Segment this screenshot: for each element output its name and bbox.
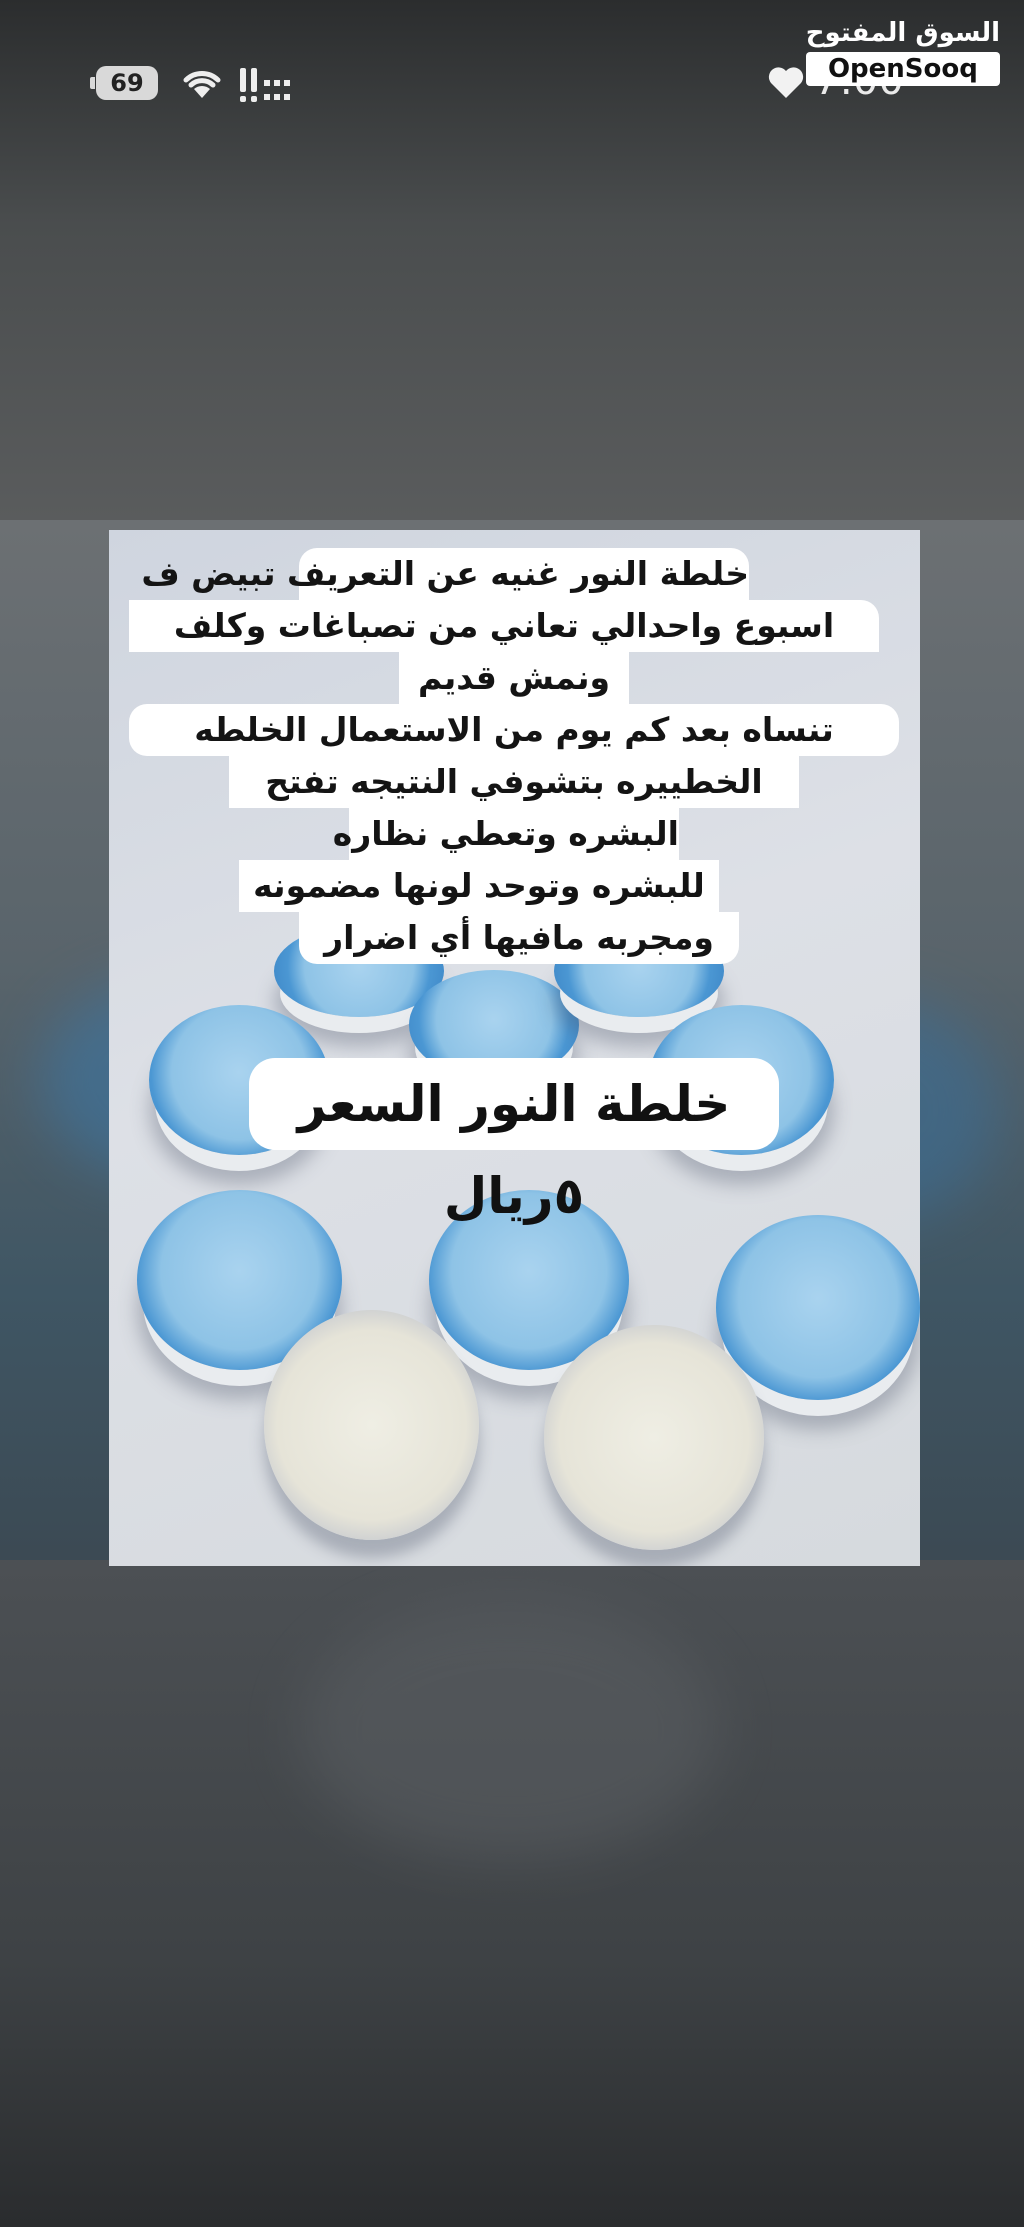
description-line: تنساه بعد كم يوم من الاستعمال الخلطه: [129, 704, 899, 756]
opensooq-watermark: السوق المفتوح OpenSooq: [805, 18, 1000, 86]
wifi-icon: [183, 71, 221, 98]
signal-icon: [240, 68, 290, 102]
status-bar: 69 7:00 السوق المفتوح OpenSooq: [0, 0, 1024, 170]
battery-icon: 69: [90, 66, 158, 100]
description-box: خلطة النور غنيه عن التعريف تبيض ف اسبوع …: [129, 548, 899, 1018]
heart-icon: [768, 67, 804, 98]
description-line: الخطييره بتشوفي النتيجه تفتح: [229, 756, 799, 808]
jar-cream: [264, 1310, 479, 1540]
description-line: ومجربه مافيها أي اضرار: [299, 912, 739, 964]
product-image[interactable]: خلطة النور غنيه عن التعريف تبيض ف اسبوع …: [109, 530, 920, 1566]
price-label: خلطة النور السعر ٥ريال: [249, 1058, 779, 1225]
jar-cream: [544, 1325, 764, 1550]
description-line: للبشره وتوحد لونها مضمونه: [239, 860, 719, 912]
brand-english: OpenSooq: [805, 52, 1000, 86]
description-line: البشره وتعطي نظاره: [333, 808, 679, 860]
description-line: خلطة النور غنيه عن التعريف تبيض ف: [141, 548, 749, 600]
jar-blue: [716, 1215, 920, 1400]
description-line: اسبوع واحدالي تعاني من تصباغات وكلف: [129, 600, 879, 652]
description-line: ونمش قديم: [399, 652, 629, 704]
brand-arabic: السوق المفتوح: [805, 18, 1000, 48]
